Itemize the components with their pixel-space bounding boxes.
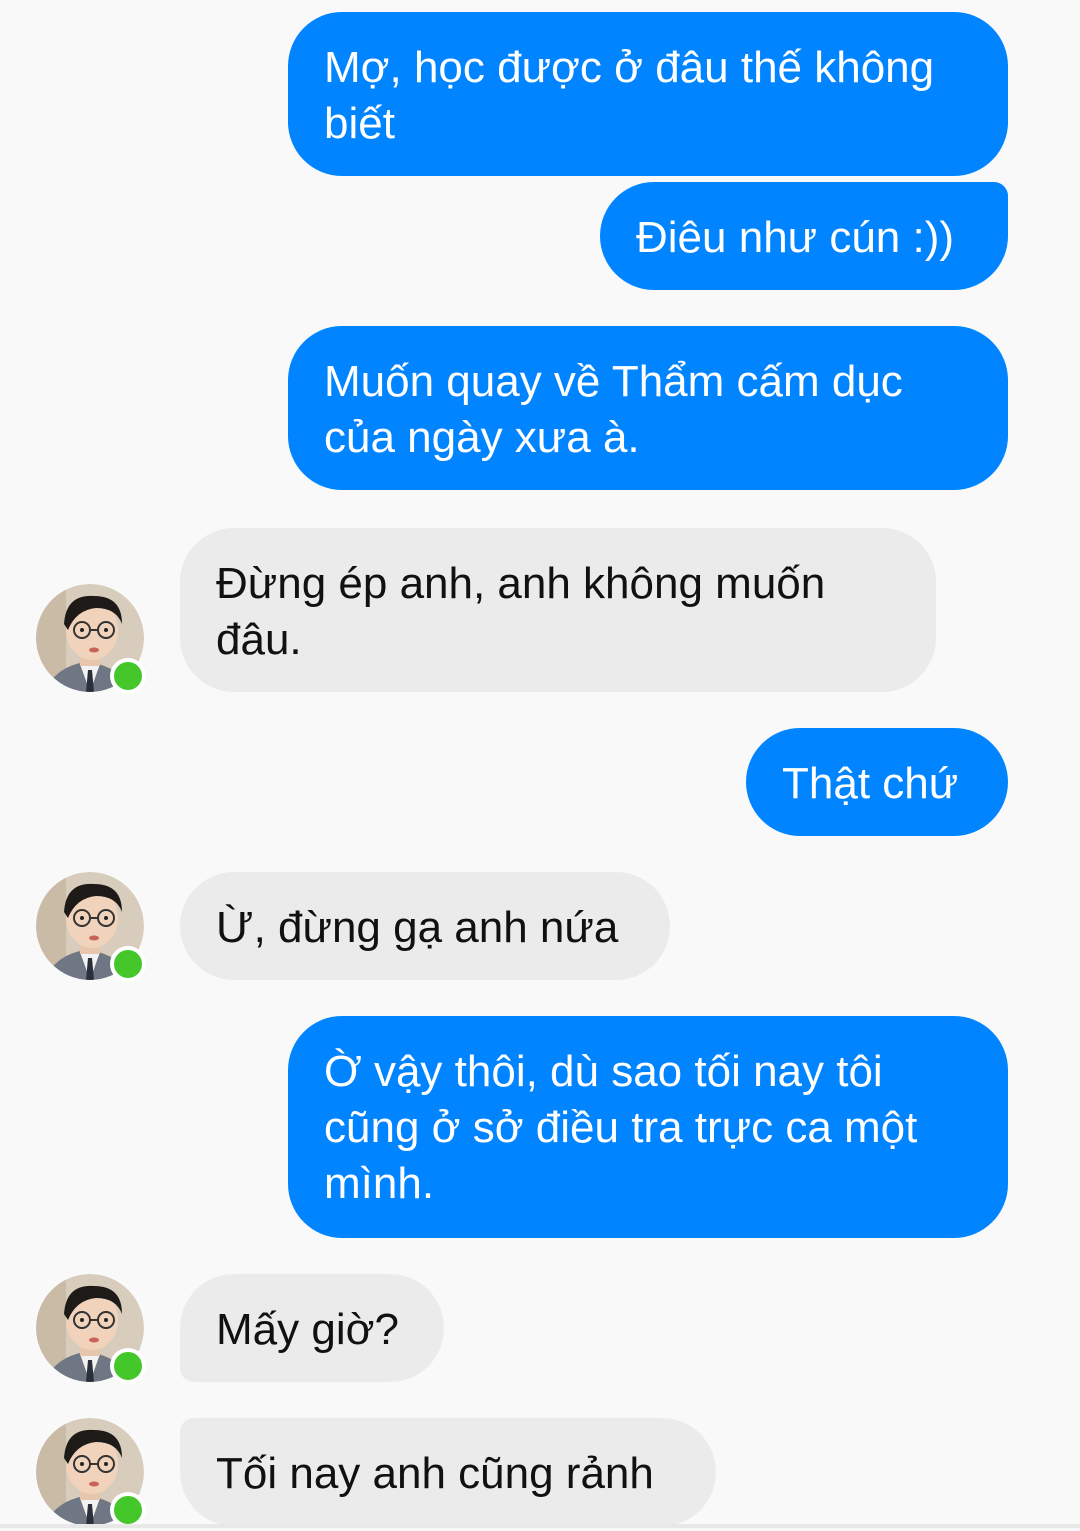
message-bubble-outgoing[interactable]: Điêu như cún :)) (600, 182, 1008, 290)
contact-avatar[interactable] (36, 872, 146, 982)
message-bubble-incoming[interactable]: Ừ, đừng gạ anh nứa (180, 872, 670, 980)
contact-avatar[interactable] (36, 584, 146, 694)
online-status-icon (110, 1492, 146, 1528)
message-bubble-outgoing[interactable]: Thật chứ (746, 728, 1008, 836)
message-bubble-outgoing[interactable]: Muốn quay về Thẩm cấm dục của ngày xưa à… (288, 326, 1008, 490)
message-bubble-outgoing[interactable]: Ờ vậy thôi, dù sao tối nay tôi cũng ở sở… (288, 1016, 1008, 1238)
online-status-icon (110, 1348, 146, 1384)
divider (0, 1524, 1080, 1528)
message-bubble-incoming[interactable]: Tối nay anh cũng rảnh (180, 1418, 716, 1526)
message-bubble-incoming[interactable]: Đừng ép anh, anh không muốn đâu. (180, 528, 936, 692)
message-bubble-incoming[interactable]: Mấy giờ? (180, 1274, 444, 1382)
message-bubble-outgoing[interactable]: Mợ, học được ở đâu thế không biết (288, 12, 1008, 176)
contact-avatar[interactable] (36, 1418, 146, 1528)
online-status-icon (110, 658, 146, 694)
message-thread[interactable]: Mợ, học được ở đâu thế không biết Điêu n… (0, 0, 1080, 1528)
online-status-icon (110, 946, 146, 982)
contact-avatar[interactable] (36, 1274, 146, 1384)
